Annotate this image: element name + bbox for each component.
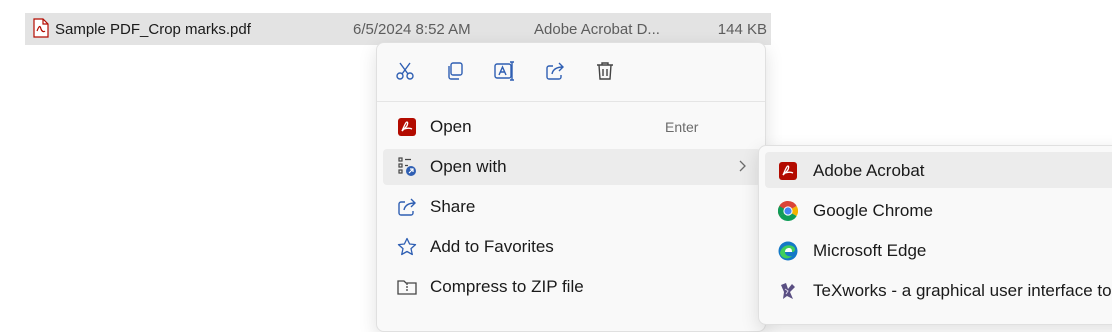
submenu-item-label: Microsoft Edge xyxy=(813,241,927,260)
file-type: Adobe Acrobat D... xyxy=(534,21,660,38)
open-with-submenu: Adobe Acrobat Google Chrome Microsoft Ed… xyxy=(758,145,1112,325)
texworks-icon xyxy=(777,280,799,302)
submenu-item-adobe-acrobat[interactable]: Adobe Acrobat xyxy=(765,152,1112,188)
menu-item-label: Add to Favorites xyxy=(430,237,554,256)
menu-item-label: Share xyxy=(430,197,476,216)
rename-icon xyxy=(494,60,516,86)
chrome-icon xyxy=(777,200,799,222)
menu-item-open[interactable]: Open Enter xyxy=(383,109,761,145)
menu-item-shortcut: Enter xyxy=(665,119,699,135)
share-button[interactable] xyxy=(539,57,571,89)
star-icon xyxy=(397,237,417,257)
copy-icon xyxy=(445,61,465,86)
context-menu: Open Enter Open with Share Add to Favori… xyxy=(376,42,766,332)
copy-button[interactable] xyxy=(439,57,471,89)
adobe-acrobat-icon xyxy=(777,160,799,182)
submenu-item-texworks[interactable]: TeXworks - a graphical user interface to xyxy=(765,272,1112,308)
delete-button[interactable] xyxy=(589,57,621,89)
zip-folder-icon xyxy=(397,277,417,297)
file-row-selected[interactable]: Sample PDF_Crop marks.pdf 6/5/2024 8:52 … xyxy=(25,13,771,45)
menu-item-add-to-favorites[interactable]: Add to Favorites xyxy=(383,229,761,265)
menu-item-compress-zip[interactable]: Compress to ZIP file xyxy=(383,269,761,305)
file-size: 144 KB xyxy=(717,21,767,38)
open-with-icon xyxy=(397,157,417,177)
menu-item-label: Open xyxy=(430,117,472,136)
menu-item-label: Open with xyxy=(430,157,507,176)
rename-button[interactable] xyxy=(489,57,521,89)
edge-icon xyxy=(777,240,799,262)
context-menu-toolbar xyxy=(377,43,765,101)
submenu-item-google-chrome[interactable]: Google Chrome xyxy=(765,192,1112,228)
pdf-file-icon xyxy=(33,18,49,43)
submenu-item-microsoft-edge[interactable]: Microsoft Edge xyxy=(765,232,1112,268)
share-icon xyxy=(545,61,565,86)
menu-item-open-with[interactable]: Open with xyxy=(383,149,761,185)
share-icon xyxy=(397,197,417,217)
scissors-icon xyxy=(395,61,415,86)
menu-divider xyxy=(377,101,765,102)
menu-item-share[interactable]: Share xyxy=(383,189,761,225)
file-name: Sample PDF_Crop marks.pdf xyxy=(55,21,251,38)
chevron-right-icon xyxy=(737,159,747,178)
submenu-item-label: TeXworks - a graphical user interface to xyxy=(813,281,1112,300)
menu-item-label: Compress to ZIP file xyxy=(430,277,584,296)
cut-button[interactable] xyxy=(389,57,421,89)
file-date-modified: 6/5/2024 8:52 AM xyxy=(353,21,471,38)
trash-icon xyxy=(595,61,615,86)
submenu-item-label: Adobe Acrobat xyxy=(813,161,925,180)
adobe-acrobat-icon xyxy=(397,117,417,137)
submenu-item-label: Google Chrome xyxy=(813,201,934,220)
